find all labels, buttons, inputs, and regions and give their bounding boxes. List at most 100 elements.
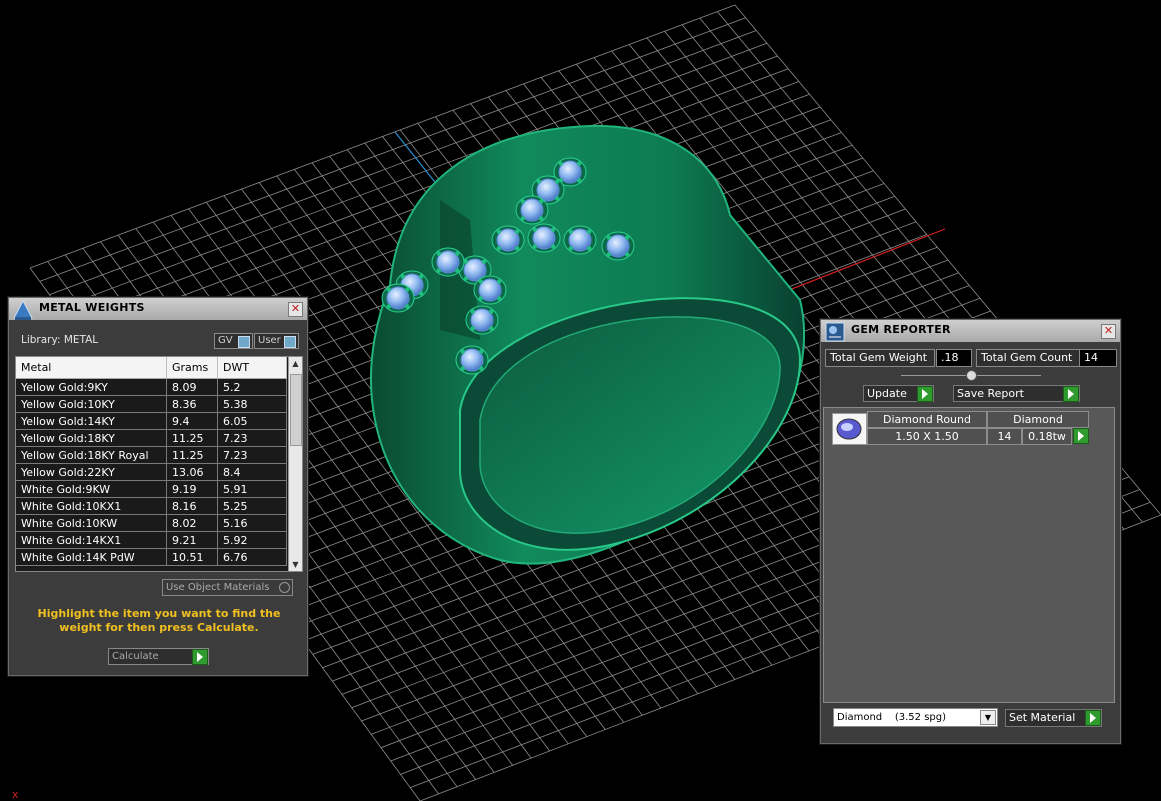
total-gem-weight-value: .18 [936,349,972,367]
scroll-down-icon[interactable]: ▼ [289,558,302,571]
gem-prong [418,291,424,296]
gem-prong [568,246,574,251]
grams-cell: 8.02 [166,514,218,532]
grams-cell: 10.51 [166,548,218,566]
radio-icon [279,582,290,593]
column-header-grams[interactable]: Grams [166,357,218,379]
table-row[interactable]: White Gold:10KX1 8.16 5.25 [16,497,287,515]
gem-count: 14 [987,428,1022,445]
calculate-label: Calculate [112,651,159,662]
gem-prong [463,276,469,281]
gem-prong [576,161,582,166]
close-icon[interactable]: ✕ [288,302,303,317]
metal-name-cell: White Gold:9KW [16,480,167,498]
gv-toggle-label: GV [218,335,233,346]
dwt-cell: 5.2 [217,378,287,396]
gem-prong [478,349,484,354]
gem-prong [532,227,538,232]
table-row[interactable]: Yellow Gold:14KY 9.4 6.05 [16,412,287,430]
play-icon [917,386,933,402]
gem-prong [478,296,484,301]
gem-material: Diamond [987,411,1089,428]
dwt-cell: 5.92 [217,531,287,549]
gem-list: Diamond Round Diamond 1.50 X 1.50 14 0.1… [823,407,1115,703]
grams-cell: 8.09 [166,378,218,396]
metal-name-cell: Yellow Gold:18KY [16,429,167,447]
metal-weights-titlebar[interactable]: METAL WEIGHTS ✕ [9,298,307,320]
gem-prong [576,178,582,183]
gem-prong [386,287,392,292]
gem-prong [550,244,556,249]
table-row[interactable]: Yellow Gold:10KY 8.36 5.38 [16,395,287,413]
gem-prong [554,196,560,201]
dwt-cell: 7.23 [217,429,287,447]
dwt-cell: 8.4 [217,463,287,481]
gem-shape: Diamond Round [867,411,987,428]
metal-name-cell: Yellow Gold:10KY [16,395,167,413]
dwt-cell: 6.05 [217,412,287,430]
gem-prong [478,279,484,284]
column-header-dwt[interactable]: DWT [217,357,287,379]
gem-prong [514,246,520,251]
gem-prong [386,304,392,309]
material-select[interactable]: Diamond (3.52 spg) ▼ [833,708,998,727]
gem-prong [520,199,526,204]
table-row[interactable]: White Gold:10KW 8.02 5.16 [16,514,287,532]
table-row[interactable]: White Gold:14K PdW 10.51 6.76 [16,548,287,566]
gem-prong [558,161,564,166]
dwt-cell: 5.25 [217,497,287,515]
gem-prong [460,366,466,371]
set-material-button[interactable]: Set Material [1005,709,1102,727]
table-row[interactable]: Yellow Gold:9KY 8.09 5.2 [16,378,287,396]
calculate-button[interactable]: Calculate [108,648,209,665]
table-row[interactable]: White Gold:14KX1 9.21 5.92 [16,531,287,549]
calculate-hint: Highlight the item you want to find the … [37,607,281,634]
gem-prong [606,235,612,240]
gem-prong [436,268,442,273]
grams-cell: 9.21 [166,531,218,549]
ring-model[interactable] [369,124,806,565]
close-icon[interactable]: ✕ [1101,324,1116,339]
metal-table-scrollbar[interactable]: ▲ ▼ [288,357,302,571]
metal-table[interactable]: Metal Grams DWT Yellow Gold:9KY 8.09 5.2 Ye… [15,356,303,572]
gem-prong [481,259,487,264]
round-gem-icon [832,413,867,445]
chevron-down-icon: ▼ [980,710,996,725]
gem-prong [532,244,538,249]
grams-cell: 8.36 [166,395,218,413]
total-gem-count-value: 14 [1079,349,1117,367]
metal-name-cell: White Gold:14K PdW [16,548,167,566]
gem-prong [538,216,544,221]
save-report-button[interactable]: Save Report [953,385,1080,402]
use-object-materials-toggle[interactable]: Use Object Materials [162,579,293,596]
toggle-switch-icon [284,336,296,348]
grams-cell: 8.16 [166,497,218,515]
grams-cell: 9.19 [166,480,218,498]
toggle-switch-icon [238,336,250,348]
gem-reporter-titlebar[interactable]: GEM REPORTER ✕ [821,320,1120,342]
play-icon [1063,386,1079,402]
gem-prong [586,246,592,251]
splitter-handle[interactable] [966,370,977,381]
table-row[interactable]: Yellow Gold:18KY 11.25 7.23 [16,429,287,447]
gv-toggle[interactable]: GV [214,333,253,349]
table-row[interactable]: Yellow Gold:18KY Royal 11.25 7.23 [16,446,287,464]
scroll-up-icon[interactable]: ▲ [289,357,302,370]
table-row[interactable]: Yellow Gold:22KY 13.06 8.4 [16,463,287,481]
gem-prong [460,349,466,354]
gem-prong [536,179,542,184]
table-row[interactable]: White Gold:9KW 9.19 5.91 [16,480,287,498]
gem-prong [550,227,556,232]
gem-prong [496,246,502,251]
update-button[interactable]: Update [863,385,934,402]
metal-name-cell: Yellow Gold:22KY [16,463,167,481]
gem-prong [470,326,476,331]
user-toggle[interactable]: User [254,333,299,349]
set-material-label: Set Material [1009,711,1076,724]
grams-cell: 13.06 [166,463,218,481]
column-header-metal[interactable]: Metal [16,357,167,379]
scroll-thumb[interactable] [290,374,302,446]
gem-prong [496,229,502,234]
gem-prong [478,366,484,371]
gem-row-play-icon[interactable] [1073,428,1089,444]
